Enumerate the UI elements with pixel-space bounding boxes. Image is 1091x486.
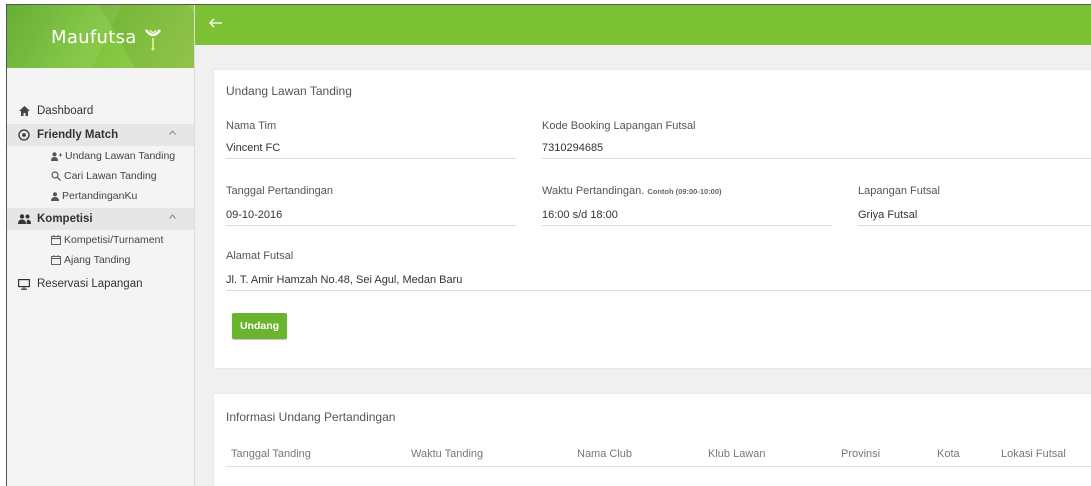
chevron-up-icon [169,130,176,135]
sidebar-item-label: Dashboard [37,105,94,117]
sidebar-item-label: Undang Lawan Tanding [65,150,176,162]
brand-name: Maufutsa [51,27,137,48]
chevron-up-icon [169,214,176,219]
waktu-label: Waktu Pertandingan. Contoh (09:00-10:00) [542,185,722,197]
undang-button[interactable]: Undang [232,313,287,339]
invite-form-card: Undang Lawan Tanding Nama Tim Kode Booki… [213,69,1091,369]
column-header: Provinsi [841,448,881,460]
lapangan-input[interactable] [858,204,1091,226]
invitation-info-card: Informasi Undang Pertandingan Tanggal Ta… [213,393,1091,486]
home-icon [11,106,37,116]
calendar-icon [51,235,61,245]
search-icon [51,171,61,181]
alamat-input[interactable] [226,269,1091,291]
top-bar [195,5,1091,45]
column-header: Nama Club [577,448,633,460]
table-divider [226,466,1091,467]
sidebar-item-reservasi-lapangan[interactable]: Reservasi Lapangan [7,273,194,295]
user-plus-icon [51,151,62,161]
sidebar-item-label: Kompetisi/Turnament [64,234,164,246]
soccer-ball-icon [11,129,37,141]
users-icon [11,214,37,224]
waktu-label-text: Waktu Pertandingan. [542,185,645,197]
column-header: Waktu Tanding [411,448,484,460]
calendar-icon [51,255,61,265]
main-content: Undang Lawan Tanding Nama Tim Kode Booki… [195,5,1091,486]
sidebar-subitem-kompetisi-turnament[interactable]: Kompetisi/Turnament [7,230,194,250]
column-header: Tanggal Tanding [231,448,311,460]
column-header: Klub Lawan [708,448,766,460]
column-header: Kota [937,448,960,460]
sidebar-subitem-pertandinganku[interactable]: PertandinganKu [7,186,194,206]
monitor-icon [11,278,37,290]
sidebar-subitem-ajang-tanding[interactable]: Ajang Tanding [7,250,194,270]
tanggal-input[interactable] [226,204,516,226]
lime-fork-icon [145,29,161,51]
user-icon [51,191,59,201]
column-header: Lokasi Futsal [1001,448,1066,460]
sidebar: Maufutsa Dashboard Friendly Match Undang… [7,5,195,486]
sidebar-item-label: Kompetisi [37,213,93,225]
tanggal-label: Tanggal Pertandingan [226,185,334,197]
waktu-hint: Contoh (09:00-10:00) [647,187,722,196]
sidebar-item-dashboard[interactable]: Dashboard [7,100,194,122]
sidebar-subitem-cari-lawan[interactable]: Cari Lawan Tanding [7,166,194,186]
nama-tim-input[interactable] [226,137,516,159]
sidebar-item-friendly-match[interactable]: Friendly Match [7,124,194,146]
sidebar-nav: Dashboard Friendly Match Undang Lawan Ta… [7,68,194,295]
kode-booking-label: Kode Booking Lapangan Futsal [542,120,696,132]
nama-tim-label: Nama Tim [226,120,277,132]
sidebar-item-label: Ajang Tanding [64,254,131,266]
sidebar-item-kompetisi[interactable]: Kompetisi [7,208,194,230]
back-arrow-icon[interactable] [209,18,223,28]
sidebar-item-label: PertandinganKu [62,190,138,202]
waktu-input[interactable] [542,204,832,226]
sidebar-item-label: Reservasi Lapangan [37,278,143,290]
sidebar-item-label: Cari Lawan Tanding [64,170,157,182]
brand-header: Maufutsa [7,5,194,68]
app-window: Maufutsa Dashboard Friendly Match Undang… [6,4,1091,486]
sidebar-item-label: Friendly Match [37,129,119,141]
table-header: Tanggal Tanding Waktu Tanding Nama Club … [214,444,1091,466]
lapangan-label: Lapangan Futsal [858,185,940,197]
form-title: Undang Lawan Tanding [226,84,352,98]
info-title: Informasi Undang Pertandingan [226,410,396,424]
alamat-label: Alamat Futsal [226,250,294,262]
sidebar-subitem-undang-lawan[interactable]: Undang Lawan Tanding [7,146,194,166]
kode-booking-input[interactable] [542,137,1091,159]
